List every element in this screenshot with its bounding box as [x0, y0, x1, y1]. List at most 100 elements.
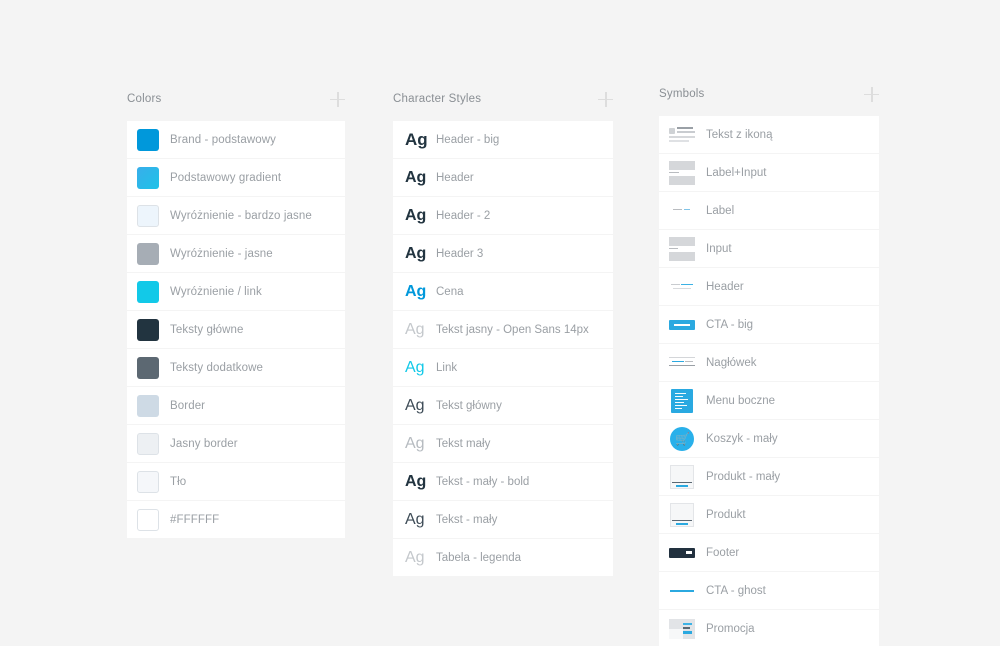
character-styles-column-header: Character Styles — [393, 84, 613, 114]
symbol-row[interactable]: Tekst z ikoną — [659, 116, 879, 153]
color-row[interactable]: #FFFFFF — [127, 501, 345, 538]
character-style-preview: Ag — [405, 396, 425, 414]
side-menu-thumbnail — [669, 388, 695, 413]
character-style-row[interactable]: Ag Header — [393, 159, 613, 196]
color-swatch — [137, 432, 159, 455]
color-label: #FFFFFF — [170, 513, 220, 526]
cta-big-thumbnail — [669, 313, 695, 337]
symbol-row[interactable]: Label+Input — [659, 154, 879, 191]
color-swatch — [137, 204, 159, 227]
character-style-row[interactable]: Ag Tabela - legenda — [393, 539, 613, 576]
symbol-label: Label — [706, 204, 735, 217]
symbol-label: CTA - big — [706, 318, 754, 331]
sketch-library-board: Colors Brand - podstawowy Podstawowy grad… — [0, 0, 1000, 646]
color-label: Wyróżnienie - bardzo jasne — [170, 209, 312, 222]
symbol-row[interactable]: Footer — [659, 534, 879, 571]
character-style-label: Header — [436, 171, 474, 184]
character-style-label: Tekst mały — [436, 437, 491, 450]
symbol-row[interactable]: CTA - big — [659, 306, 879, 343]
symbol-label: Produkt - mały — [706, 470, 781, 483]
character-style-row[interactable]: Ag Tekst - mały - bold — [393, 463, 613, 500]
character-style-row[interactable]: Ag Link — [393, 349, 613, 386]
color-row[interactable]: Wyróżnienie - bardzo jasne — [127, 197, 345, 234]
naglowek-thumbnail — [669, 351, 695, 375]
color-label: Wyróżnienie / link — [170, 285, 262, 298]
color-label: Jasny border — [170, 437, 238, 450]
character-style-row[interactable]: Ag Tekst - mały — [393, 501, 613, 538]
symbol-label: Produkt — [706, 508, 746, 521]
color-swatch — [137, 166, 159, 189]
character-style-preview: Ag — [405, 206, 427, 224]
color-swatch — [137, 280, 159, 303]
color-swatch — [137, 318, 159, 341]
color-row[interactable]: Podstawowy gradient — [127, 159, 345, 196]
character-style-label: Header 3 — [436, 247, 484, 260]
character-style-label: Header - 2 — [436, 209, 491, 222]
symbol-row[interactable]: Produkt - mały — [659, 458, 879, 495]
character-style-preview: Ag — [405, 130, 428, 149]
character-style-row[interactable]: Ag Header - 2 — [393, 197, 613, 234]
colors-column: Colors Brand - podstawowy Podstawowy grad… — [127, 84, 345, 539]
add-character-style-plus-icon[interactable] — [598, 91, 613, 107]
symbol-row[interactable]: CTA - ghost — [659, 572, 879, 609]
character-style-label: Header - big — [436, 133, 500, 146]
character-style-row[interactable]: Ag Tekst mały — [393, 425, 613, 462]
color-label: Border — [170, 399, 206, 412]
character-style-preview: Ag — [405, 548, 425, 566]
character-style-preview: Ag — [405, 434, 425, 452]
symbol-label: Promocja — [706, 622, 755, 635]
symbol-label: Menu boczne — [706, 394, 776, 407]
character-style-label: Tekst - mały - bold — [436, 475, 530, 488]
color-swatch — [137, 394, 159, 417]
character-styles-column-title: Character Styles — [393, 93, 482, 105]
character-styles-column: Character Styles Ag Header - big Ag Header A… — [393, 84, 613, 577]
color-swatch — [137, 356, 159, 379]
symbols-list: Tekst z ikoną Label+Input Label Input Header… — [659, 116, 879, 646]
character-style-row[interactable]: Ag Cena — [393, 273, 613, 310]
color-row[interactable]: Wyróżnienie - jasne — [127, 235, 345, 272]
symbol-row[interactable]: Nagłówek — [659, 344, 879, 381]
character-style-row[interactable]: Ag Header 3 — [393, 235, 613, 272]
symbol-row[interactable]: Promocja — [659, 610, 879, 646]
promocja-thumbnail — [669, 617, 695, 641]
symbol-row[interactable]: Header — [659, 268, 879, 305]
text-with-icon-thumbnail — [669, 123, 695, 147]
color-row[interactable]: Border — [127, 387, 345, 424]
symbol-row[interactable]: Produkt — [659, 496, 879, 533]
add-color-plus-icon[interactable] — [330, 91, 345, 107]
colors-list: Brand - podstawowy Podstawowy gradient Wyr… — [127, 121, 345, 538]
character-style-label: Tekst - mały — [436, 513, 498, 526]
character-style-label: Cena — [436, 285, 464, 298]
symbols-column: Symbols Tekst z ikoną Label+Input Label Inp… — [659, 79, 879, 646]
character-style-row[interactable]: Ag Header - big — [393, 121, 613, 158]
color-label: Teksty dodatkowe — [170, 361, 264, 374]
header-thumbnail — [669, 275, 695, 299]
footer-thumbnail — [669, 541, 695, 565]
character-style-row[interactable]: Ag Tekst jasny - Open Sans 14px — [393, 311, 613, 348]
symbol-label: Nagłówek — [706, 356, 757, 369]
character-style-row[interactable]: Ag Tekst główny — [393, 387, 613, 424]
symbol-row[interactable]: Menu boczne — [659, 382, 879, 419]
label-thumbnail — [669, 199, 695, 223]
character-style-preview: Ag — [405, 282, 427, 300]
color-label: Teksty główne — [170, 323, 244, 336]
symbol-label: Koszyk - mały — [706, 432, 778, 445]
color-row[interactable]: Brand - podstawowy — [127, 121, 345, 158]
character-style-preview: Ag — [405, 320, 425, 338]
add-symbol-plus-icon[interactable] — [864, 86, 879, 102]
label-input-thumbnail — [669, 160, 695, 185]
color-row[interactable]: Tło — [127, 463, 345, 500]
symbol-label: Input — [706, 242, 732, 255]
symbol-row[interactable]: 🛒 Koszyk - mały — [659, 420, 879, 457]
symbol-row[interactable]: Input — [659, 230, 879, 267]
color-row[interactable]: Jasny border — [127, 425, 345, 462]
color-row[interactable]: Teksty dodatkowe — [127, 349, 345, 386]
colors-column-header: Colors — [127, 84, 345, 114]
symbol-label: Footer — [706, 546, 740, 559]
product-small-thumbnail — [669, 464, 695, 489]
color-row[interactable]: Wyróżnienie / link — [127, 273, 345, 310]
color-row[interactable]: Teksty główne — [127, 311, 345, 348]
symbol-row[interactable]: Label — [659, 192, 879, 229]
symbol-label: Label+Input — [706, 166, 767, 179]
color-swatch — [137, 242, 159, 265]
